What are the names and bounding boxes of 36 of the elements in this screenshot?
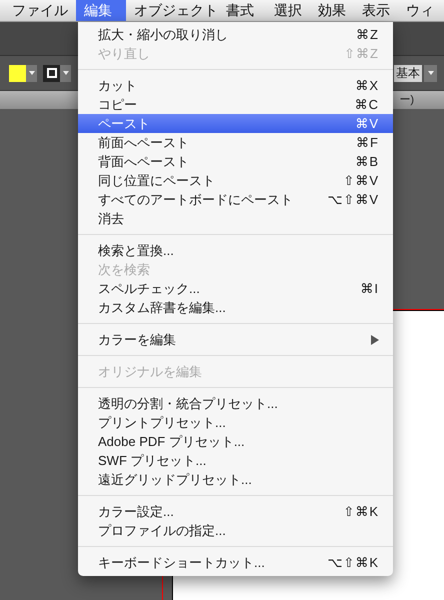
stroke-swatch-icon[interactable] (43, 64, 60, 82)
menu-bar-item[interactable]: 編集 (76, 0, 126, 21)
menu-item[interactable]: 透明の分割・統合プリセット... (78, 394, 393, 413)
caret-icon[interactable] (424, 64, 437, 82)
menu-bar-item[interactable]: ウィ (398, 0, 442, 21)
menu-bar-item[interactable]: ファイル (4, 0, 76, 21)
menu-item[interactable]: SWF プリセット... (78, 451, 393, 470)
menu-item[interactable]: すべてのアートボードにペースト ⌥⇧⌘V (78, 190, 393, 209)
menu-bar-item[interactable]: 選択 (266, 0, 310, 21)
menu-item[interactable]: プリントプリセット... (78, 413, 393, 432)
menu-item[interactable]: 背面へペースト ⌘B (78, 152, 393, 171)
document-tab-title: ー) (399, 92, 414, 108)
workspace-dropdown[interactable]: 基本 (394, 64, 422, 82)
menu-item[interactable]: 消去 (78, 209, 393, 228)
menu-item[interactable]: 同じ位置にペースト ⇧⌘V (78, 171, 393, 190)
menu-item[interactable]: プロファイルの指定... (78, 521, 393, 540)
caret-icon[interactable] (26, 64, 37, 82)
menu-item[interactable]: 拡大・縮小の取り消し ⌘Z (78, 25, 393, 44)
menu-item[interactable]: カラー設定... ⇧⌘K (78, 502, 393, 521)
menu-item[interactable]: カスタム辞書を編集... (78, 298, 393, 317)
menu-bar-item[interactable]: オブジェクト (126, 0, 218, 21)
menu-item[interactable]: 前面へペースト ⌘F (78, 133, 393, 152)
caret-icon[interactable] (60, 64, 71, 82)
menu-item[interactable]: 検索と置換... (78, 241, 393, 260)
fill-swatch[interactable] (9, 64, 26, 82)
menu-item[interactable]: Adobe PDF プリセット... (78, 432, 393, 451)
menu-bar-item[interactable]: 効果 (310, 0, 354, 21)
menu-item[interactable]: カラーを編集 (78, 330, 393, 349)
menu-bar-item[interactable]: 表示 (354, 0, 398, 21)
menu-item[interactable]: コピー ⌘C (78, 95, 393, 114)
menu-item[interactable]: カット ⌘X (78, 76, 393, 95)
menu-bar-item[interactable]: 書式 (218, 0, 266, 21)
menu-item[interactable]: 遠近グリッドプリセット... (78, 470, 393, 489)
menu-item[interactable]: キーボードショートカット... ⌥⇧⌘K (78, 553, 393, 572)
menu-item[interactable]: スペルチェック... ⌘I (78, 279, 393, 298)
menu-item[interactable]: ペースト ⌘V (78, 114, 393, 133)
